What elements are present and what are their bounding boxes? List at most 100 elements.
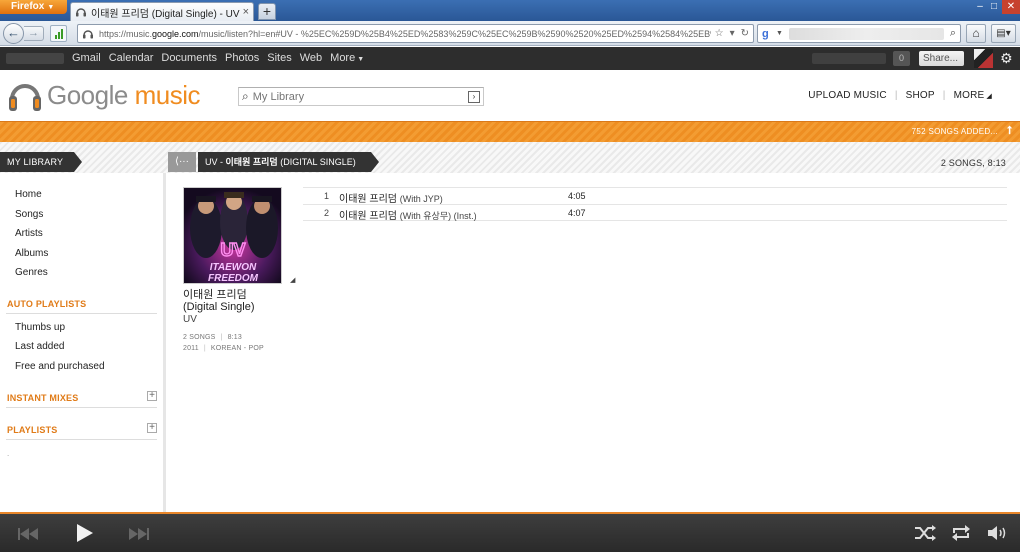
shop-link[interactable]: SHOP <box>906 90 935 101</box>
search-go-icon[interactable]: › <box>468 90 480 103</box>
gbar-link-documents[interactable]: Documents <box>161 52 217 64</box>
chevron-down-icon: ▼ <box>357 56 365 63</box>
repeat-icon[interactable] <box>951 525 971 541</box>
auto-playlists-header: AUTO PLAYLISTS <box>7 299 87 309</box>
address-bar[interactable]: https://music.google.com/music/listen?hl… <box>77 24 754 43</box>
chevron-down-icon: ◢ <box>986 93 992 100</box>
gbar-link-sites[interactable]: Sites <box>267 52 291 64</box>
empty-playlist-marker: . <box>7 449 10 458</box>
maximize-icon[interactable]: □ <box>988 0 1000 14</box>
track-title: 이태원 프리덤 (With JYP) <box>339 194 443 205</box>
bookmark-star-icon[interactable]: ☆ <box>715 28 724 39</box>
google-bar: Gmail Calendar Documents Photos Sites We… <box>0 47 1020 70</box>
google-search-icon: g <box>762 27 769 40</box>
signal-icon[interactable] <box>50 25 67 42</box>
table-row[interactable]: 1 이태원 프리덤 (With JYP) 4:05 <box>303 187 1007 205</box>
sidebar-item-last-added[interactable]: Last added <box>15 341 65 352</box>
next-track-icon[interactable] <box>128 527 150 541</box>
back-button[interactable]: ← <box>3 23 24 44</box>
upload-music-link[interactable]: UPLOAD MUSIC <box>808 90 887 101</box>
home-icon: ⌂ <box>972 26 980 40</box>
my-library-label: MY LIBRARY <box>0 152 82 172</box>
browser-nav-bar: ← → https://music.google.com/music/liste… <box>0 21 1020 46</box>
album-art[interactable]: UV ITAEWON FREEDOM <box>183 187 282 284</box>
redacted-account <box>812 53 886 64</box>
album-artist[interactable]: UV <box>183 314 197 325</box>
firefox-label: Firefox <box>11 1 45 12</box>
player-bar <box>0 512 1020 552</box>
sidebar-item-home[interactable]: Home <box>15 189 42 200</box>
sidebar-item-songs[interactable]: Songs <box>15 209 43 220</box>
play-icon[interactable] <box>76 523 94 543</box>
library-search[interactable]: ⌕ › <box>238 87 484 106</box>
instant-mixes-header: INSTANT MIXES <box>7 393 79 403</box>
add-instant-mix-icon[interactable]: + <box>147 391 157 401</box>
headphones-icon <box>83 29 93 38</box>
gbar-link-photos[interactable]: Photos <box>225 52 259 64</box>
browser-search-box[interactable]: g ▼ ⌕ <box>757 24 961 43</box>
more-menu[interactable]: MORE ◢ <box>954 90 992 101</box>
track-number: 2 <box>323 208 329 218</box>
track-title: 이태원 프리덤 (With 유상무) (Inst.) <box>339 211 477 222</box>
playlists-header: PLAYLISTS <box>7 425 58 435</box>
album-year-genre: 2011 | KOREAN - POP <box>183 345 264 352</box>
sidebar-scrollbar[interactable] <box>163 173 166 512</box>
chevron-down-icon: ▼ <box>776 30 783 37</box>
album-menu-icon[interactable]: ◢ <box>290 276 295 284</box>
library-sidebar: Home Songs Artists Albums Genres AUTO PL… <box>0 173 166 512</box>
dropdown-icon[interactable]: ▾ <box>730 28 735 39</box>
upload-status-bar: 752 SONGS ADDED... ⭡ <box>0 121 1020 142</box>
new-tab-button[interactable]: + <box>258 3 276 20</box>
search-text-redacted <box>788 27 944 40</box>
gbar-link-more[interactable]: More ▼ <box>330 52 364 64</box>
avatar[interactable] <box>974 49 993 68</box>
close-tab-icon[interactable]: × <box>243 6 249 18</box>
back-arrow-button[interactable]: ⟨··· <box>168 152 196 172</box>
search-icon[interactable]: ⌕ <box>950 27 956 40</box>
reload-icon[interactable]: ↻ <box>741 28 749 39</box>
browser-menu-button[interactable]: ▤▾ <box>991 24 1016 43</box>
headphones-icon <box>76 8 86 17</box>
track-duration: 4:05 <box>568 191 586 201</box>
minimize-icon[interactable]: – <box>974 0 986 14</box>
url-text: https://music.google.com/music/listen?hl… <box>99 28 711 39</box>
breadcrumb: UV - 이태원 프리덤 (DIGITAL SINGLE) <box>198 152 379 172</box>
music-header: Google music ⌕ › UPLOAD MUSIC | SHOP | M… <box>0 70 1020 121</box>
add-playlist-icon[interactable]: + <box>147 423 157 433</box>
gear-icon[interactable]: ⚙ <box>1000 50 1013 67</box>
menu-icon: ▤▾ <box>996 28 1011 39</box>
google-music-logo[interactable]: Google music <box>8 77 200 113</box>
sidebar-item-thumbs-up[interactable]: Thumbs up <box>15 322 65 333</box>
chevron-down-icon: ▼ <box>47 4 55 11</box>
firefox-menu-button[interactable]: Firefox ▼ <box>0 0 67 14</box>
sidebar-item-free-purchased[interactable]: Free and purchased <box>15 361 105 372</box>
forward-button[interactable]: → <box>24 26 44 41</box>
share-button[interactable]: Share... <box>919 51 964 66</box>
gbar-link-web[interactable]: Web <box>300 52 322 64</box>
browser-tab-active[interactable]: 이태원 프리덤 (Digital Single) - UV - Google .… <box>70 2 254 21</box>
logo-music-text: music <box>134 79 201 110</box>
svg-text:UV: UV <box>220 240 245 260</box>
google-bar-links: Gmail Calendar Documents Photos Sites We… <box>72 52 364 64</box>
volume-icon[interactable] <box>987 525 1009 541</box>
library-search-input[interactable] <box>252 90 468 103</box>
gbar-link-gmail[interactable]: Gmail <box>72 52 101 64</box>
sidebar-item-genres[interactable]: Genres <box>15 267 48 278</box>
songs-added-status: 752 SONGS ADDED... <box>911 127 998 136</box>
shuffle-icon[interactable] <box>914 525 936 541</box>
notification-count[interactable]: 0 <box>893 51 910 66</box>
track-list: 1 이태원 프리덤 (With JYP) 4:05 2 이태원 프리덤 (Wit… <box>303 187 1007 222</box>
sidebar-item-albums[interactable]: Albums <box>15 248 48 259</box>
tab-title: 이태원 프리덤 (Digital Single) - UV - Google .… <box>91 8 240 20</box>
gbar-link-calendar[interactable]: Calendar <box>109 52 154 64</box>
previous-track-icon[interactable] <box>17 527 39 541</box>
window-close-icon[interactable]: ✕ <box>1002 0 1020 14</box>
upload-arrow-icon[interactable]: ⭡ <box>1007 125 1012 138</box>
sidebar-item-artists[interactable]: Artists <box>15 228 43 239</box>
header-actions: UPLOAD MUSIC | SHOP | MORE ◢ <box>808 90 992 101</box>
table-row[interactable]: 2 이태원 프리덤 (With 유상무) (Inst.) 4:07 <box>303 204 1007 222</box>
home-button[interactable]: ⌂ <box>966 24 986 43</box>
arrow-left-icon: ← <box>7 25 20 40</box>
browser-tab-bar: Firefox▼ 이태원 프리덤 (Digital Single) - UV -… <box>0 0 1020 21</box>
redacted-text <box>6 53 64 64</box>
